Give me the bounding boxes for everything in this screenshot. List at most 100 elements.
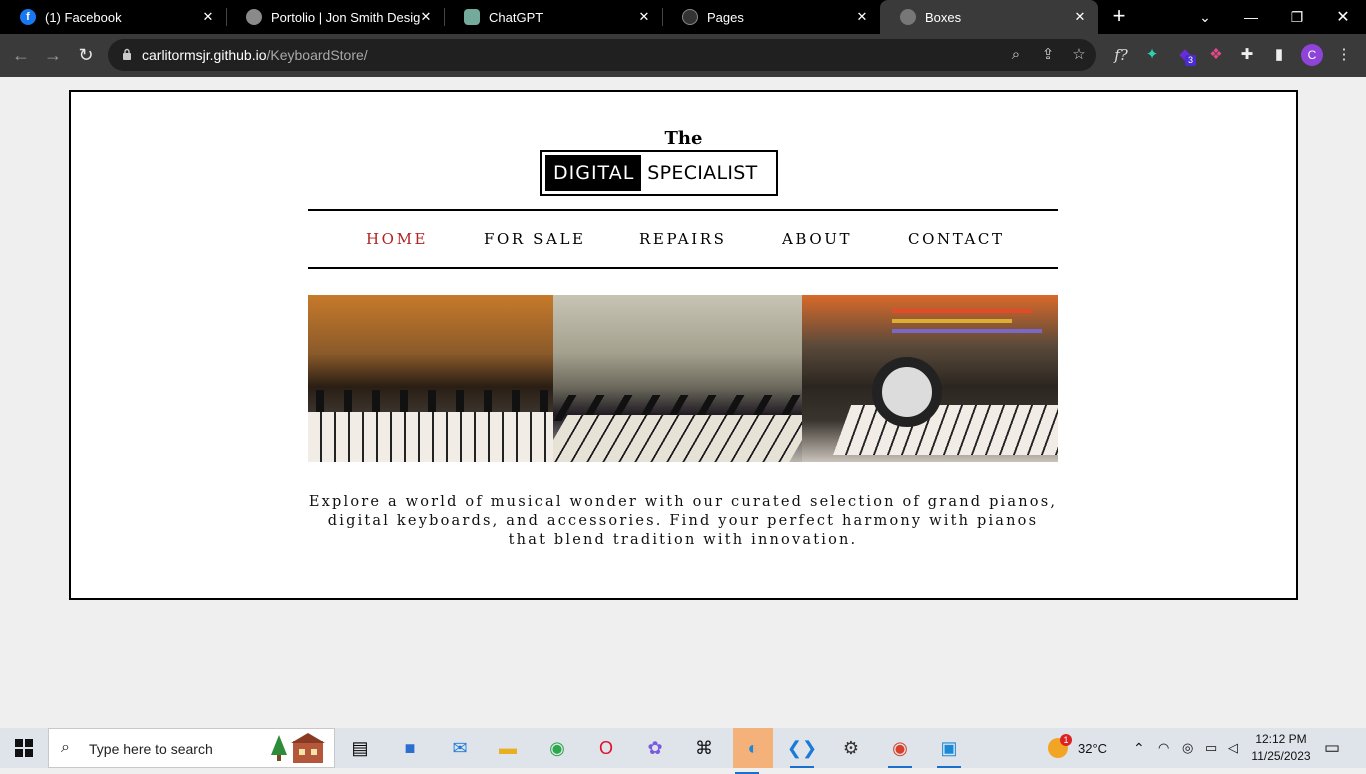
logo-top-text: The xyxy=(664,128,703,149)
notifications-icon[interactable]: ▭ xyxy=(1324,728,1340,768)
tab-label: Boxes xyxy=(925,9,962,25)
weather-temperature: 32°C xyxy=(1078,740,1108,756)
chatgpt-icon xyxy=(464,9,480,25)
globe-icon xyxy=(900,9,916,25)
main-nav: HOME FOR SALE REPAIRS ABOUT CONTACT xyxy=(308,209,1058,269)
color-picker-extension-icon[interactable]: ❖ xyxy=(1206,45,1226,65)
tab-pages[interactable]: Pages ✕ xyxy=(662,0,880,34)
extension-badge: 3 xyxy=(1185,55,1197,66)
nav-for-sale[interactable]: FOR SALE xyxy=(484,230,586,248)
weather-sun-icon: 1 xyxy=(1048,734,1072,758)
tab-facebook[interactable]: f (1) Facebook ✕ xyxy=(0,0,227,34)
keyboard-window-image xyxy=(553,295,802,462)
restore-button[interactable]: ❐ xyxy=(1274,0,1320,34)
file-explorer-icon[interactable]: ▬ xyxy=(494,734,522,762)
daw-track-stripe xyxy=(892,319,1012,323)
tab-boxes[interactable]: Boxes ✕ xyxy=(880,0,1098,34)
facebook-icon: f xyxy=(20,9,36,25)
reload-button[interactable]: ↻ xyxy=(75,44,97,66)
back-button[interactable]: ← xyxy=(10,44,32,66)
close-icon[interactable]: ✕ xyxy=(200,9,216,25)
headphones-keyboard-image xyxy=(802,295,1058,462)
close-window-button[interactable]: ✕ xyxy=(1320,0,1366,34)
keyboard-studio-image xyxy=(308,295,553,462)
menu-kebab-icon[interactable]: ⋮ xyxy=(1334,45,1354,65)
photos-icon[interactable]: ▣ xyxy=(935,734,963,768)
close-icon[interactable]: ✕ xyxy=(1072,9,1088,25)
forward-button[interactable]: → xyxy=(42,44,64,66)
zoom-icon[interactable]: ⌕ xyxy=(1006,45,1026,65)
settings-gear-icon[interactable]: ⚙ xyxy=(837,734,865,762)
logo-right-text: SPECIALIST xyxy=(647,162,758,184)
white-keys xyxy=(553,415,802,462)
hummingbird-extension-icon[interactable]: ✦ xyxy=(1142,45,1162,65)
white-keys xyxy=(308,412,553,462)
content-box: The DIGITAL SPECIALIST HOME FOR SALE REP… xyxy=(69,90,1298,600)
formula-extension-icon[interactable]: f? xyxy=(1111,45,1131,65)
tab-search-chevron-icon[interactable]: ⌄ xyxy=(1182,0,1228,34)
weather-widget[interactable]: 1 32°C xyxy=(1048,728,1107,768)
battery-icon[interactable]: ▭ xyxy=(1205,728,1217,768)
lock-icon[interactable] xyxy=(122,48,132,61)
network-icon[interactable]: ◠ xyxy=(1158,728,1169,768)
search-icon: ⌕ xyxy=(61,739,70,756)
windows-logo-icon xyxy=(15,739,33,757)
web-page: The DIGITAL SPECIALIST HOME FOR SALE REP… xyxy=(0,77,1366,728)
mail-icon[interactable]: ✉ xyxy=(446,734,474,762)
new-tab-button[interactable]: + xyxy=(1108,5,1130,28)
side-panel-icon[interactable]: ▮ xyxy=(1269,45,1289,65)
weather-badge: 1 xyxy=(1060,734,1072,746)
logo-left-text: DIGITAL xyxy=(545,155,642,191)
store-description: Explore a world of musical wonder with o… xyxy=(308,494,1058,548)
nav-repairs[interactable]: REPAIRS xyxy=(639,230,727,248)
tab-label: Pages xyxy=(707,9,744,25)
edge-icon[interactable]: ◐ xyxy=(733,728,773,774)
address-bar[interactable]: carlitormsjr.github.io/KeyboardStore/ ⌕ … xyxy=(108,39,1096,71)
copilot-icon[interactable]: ✿ xyxy=(641,734,669,762)
share-icon[interactable]: ⇪ xyxy=(1038,45,1058,65)
browser-tab-bar: f (1) Facebook ✕ Portolio | Jon Smith De… xyxy=(0,0,1366,34)
microsoft-store-icon[interactable]: ■ xyxy=(396,734,424,762)
show-hidden-icons-chevron-icon[interactable]: ⌃ xyxy=(1133,728,1145,768)
puzzle-extensions-icon[interactable]: ✚ xyxy=(1237,45,1257,65)
globe-icon xyxy=(246,9,262,25)
nav-home[interactable]: HOME xyxy=(366,230,428,248)
nav-about[interactable]: ABOUT xyxy=(782,230,852,248)
github-icon xyxy=(682,9,698,25)
daw-track-stripe xyxy=(892,309,1032,313)
taskbar-search[interactable]: ⌕ Type here to search xyxy=(48,728,335,768)
meet-now-icon[interactable]: ◎ xyxy=(1182,728,1193,768)
clock-time: 12:12 PM xyxy=(1255,732,1307,746)
vscode-icon[interactable]: ❮❯ xyxy=(787,734,817,768)
browser-toolbar: ← → ↻ carlitormsjr.github.io/KeyboardSto… xyxy=(0,34,1366,77)
capcut-icon[interactable]: ⌘ xyxy=(690,734,718,762)
bookmark-star-icon[interactable]: ☆ xyxy=(1069,45,1089,65)
white-keys xyxy=(832,405,1058,455)
system-clock[interactable]: 12:12 PM 11/25/2023 xyxy=(1250,731,1312,765)
profile-avatar[interactable]: C xyxy=(1301,44,1323,66)
minimize-button[interactable]: — xyxy=(1228,0,1274,34)
tab-label: Portolio | Jon Smith Designs xyxy=(271,9,421,25)
clock-date: 11/25/2023 xyxy=(1251,749,1311,763)
search-placeholder: Type here to search xyxy=(89,741,213,757)
holiday-decoration-icon xyxy=(271,733,325,763)
site-logo[interactable]: DIGITAL SPECIALIST xyxy=(540,150,778,196)
nav-contact[interactable]: CONTACT xyxy=(908,230,1005,248)
start-button[interactable] xyxy=(0,728,48,768)
windows-taskbar: ⌕ Type here to search ▤ ■ ✉ ▬ ◉ O ✿ ⌘ ◐ … xyxy=(0,728,1366,774)
url-path: /KeyboardStore/ xyxy=(266,47,368,63)
chrome-profile-icon[interactable]: ◉ xyxy=(886,734,914,768)
volume-icon[interactable]: ◁ xyxy=(1228,728,1238,768)
tab-portfolio[interactable]: Portolio | Jon Smith Designs ✕ xyxy=(226,0,445,34)
tab-label: ChatGPT xyxy=(489,9,544,25)
close-icon[interactable]: ✕ xyxy=(636,9,652,25)
close-icon[interactable]: ✕ xyxy=(418,9,434,25)
tab-chatgpt[interactable]: ChatGPT ✕ xyxy=(444,0,663,34)
url-text[interactable]: carlitormsjr.github.io/KeyboardStore/ xyxy=(142,47,368,63)
close-icon[interactable]: ✕ xyxy=(854,9,870,25)
extension-with-badge-icon[interactable]: ◆3 xyxy=(1175,45,1197,66)
task-view-icon[interactable]: ▤ xyxy=(346,734,374,762)
opera-icon[interactable]: O xyxy=(592,734,620,762)
chrome-icon[interactable]: ◉ xyxy=(543,734,571,762)
tab-label: (1) Facebook xyxy=(45,9,122,25)
